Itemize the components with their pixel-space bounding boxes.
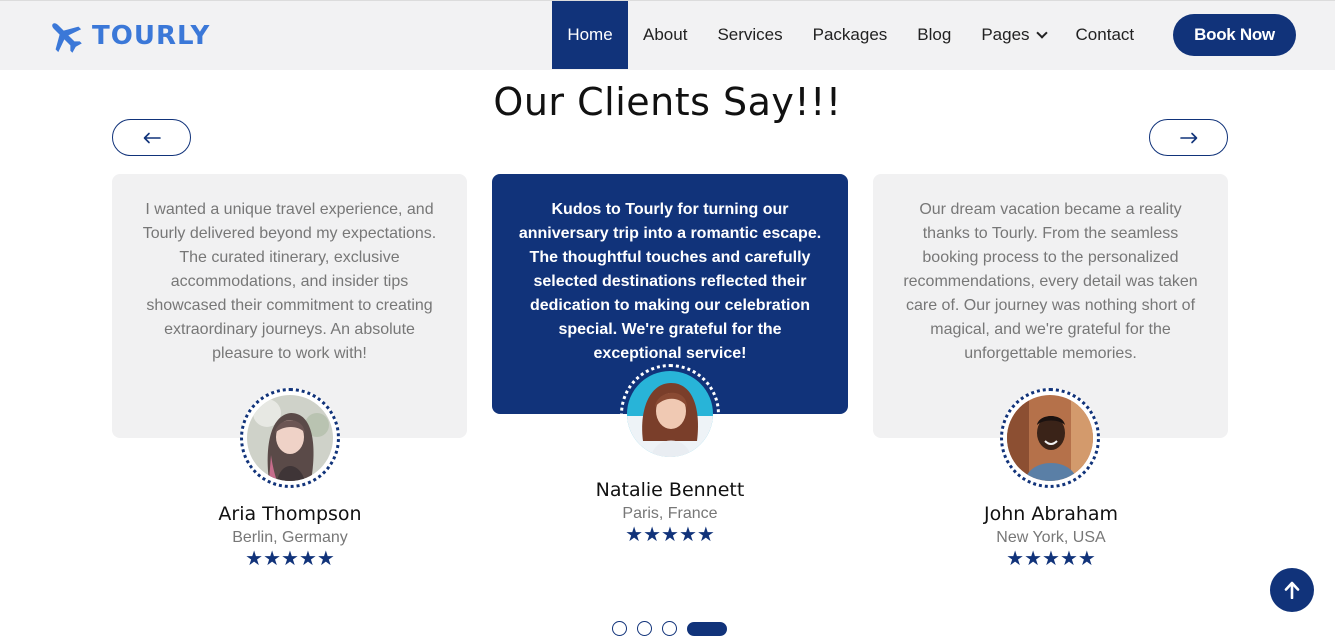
testimonial-text: Our dream vacation became a reality than… <box>903 201 1198 362</box>
chevron-down-icon <box>1035 26 1048 39</box>
client-location: Paris, France <box>622 505 718 522</box>
section-title: Our Clients Say!!! <box>493 80 842 124</box>
pagination-dot[interactable] <box>612 621 627 636</box>
avatar <box>620 364 720 464</box>
book-now-button[interactable]: Book Now <box>1173 14 1296 56</box>
airplane-icon <box>52 23 82 53</box>
client-location: New York, USA <box>996 529 1106 546</box>
nav-packages[interactable]: Packages <box>798 1 903 69</box>
nav-about[interactable]: About <box>628 1 702 69</box>
carousel-next-button[interactable] <box>1149 119 1228 156</box>
client-name: Natalie Bennett <box>595 479 745 501</box>
star-rating: ★★★★★ <box>1006 548 1096 570</box>
testimonial-text: I wanted a unique travel experience, and… <box>142 201 437 362</box>
client-name: John Abraham <box>983 503 1119 525</box>
main-nav: Home About Services Packages Blog Pages … <box>552 1 1149 69</box>
nav-pages-label: Pages <box>981 25 1030 44</box>
carousel-pagination <box>612 621 727 636</box>
testimonial-text: Kudos to Tourly for turning our annivers… <box>518 201 822 362</box>
site-header: TOURLY Home About Services Packages Blog… <box>0 0 1335 70</box>
arrow-right-icon <box>1179 132 1197 143</box>
avatar <box>240 388 340 488</box>
client-info: Aria Thompson Berlin, Germany ★★★★★ <box>112 503 468 569</box>
arrow-up-icon <box>1284 581 1300 599</box>
avatar <box>1000 388 1100 488</box>
nav-contact[interactable]: Contact <box>1061 1 1150 69</box>
brand-logo[interactable]: TOURLY <box>46 17 210 55</box>
arrow-left-icon <box>143 132 161 143</box>
client-photo <box>247 395 333 481</box>
brand-name: TOURLY <box>92 21 211 51</box>
nav-pages[interactable]: Pages <box>966 1 1060 69</box>
client-location: Berlin, Germany <box>232 529 348 546</box>
pagination-dot-active[interactable] <box>687 621 727 636</box>
client-info: John Abraham New York, USA ★★★★★ <box>873 503 1229 569</box>
star-rating: ★★★★★ <box>625 524 715 546</box>
carousel-prev-button[interactable] <box>112 119 191 156</box>
star-rating: ★★★★★ <box>245 548 335 570</box>
pagination-dot[interactable] <box>662 621 677 636</box>
client-photo <box>1007 395 1093 481</box>
client-info: Natalie Bennett Paris, France ★★★★★ <box>492 479 848 545</box>
nav-services[interactable]: Services <box>702 1 797 69</box>
back-to-top-button[interactable] <box>1270 568 1314 612</box>
nav-home[interactable]: Home <box>552 1 628 69</box>
client-name: Aria Thompson <box>218 503 362 525</box>
client-photo <box>627 371 713 457</box>
pagination-dot[interactable] <box>637 621 652 636</box>
nav-blog[interactable]: Blog <box>902 1 966 69</box>
